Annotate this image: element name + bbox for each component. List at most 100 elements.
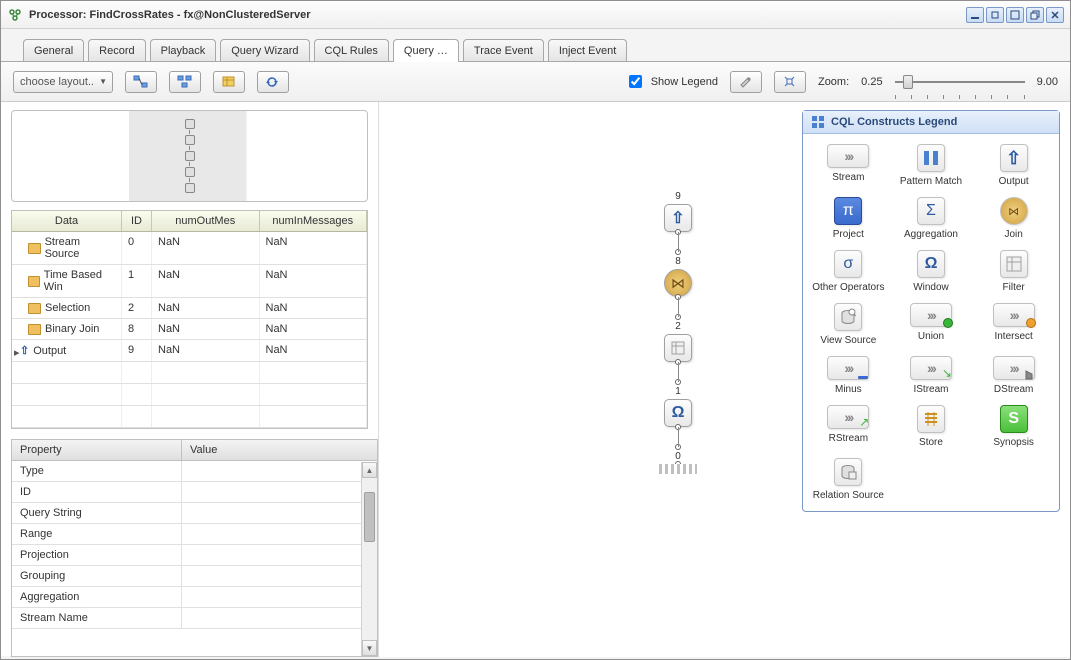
restore-down-button[interactable] <box>986 7 1004 23</box>
settings-button[interactable] <box>730 71 762 93</box>
tab-general[interactable]: General <box>23 39 84 62</box>
data-table: Data ID numOutMes numInMessages Stream S… <box>11 210 368 429</box>
legend-item-join[interactable]: ⋈Join <box>974 197 1053 240</box>
property-row[interactable]: Range <box>12 524 377 545</box>
cql-icon <box>7 7 23 23</box>
layout-tool-1-button[interactable] <box>125 71 157 93</box>
flow-canvas[interactable]: 9⇧8⋈21Ω0 CQL Constructs Legend ›››Stream… <box>379 102 1070 657</box>
tab-trace-event[interactable]: Trace Event <box>463 39 544 62</box>
minimize-button[interactable] <box>966 7 984 23</box>
tab-query-wizard[interactable]: Query Wizard <box>220 39 309 62</box>
tab-inject-event[interactable]: Inject Event <box>548 39 627 62</box>
scroll-down-button[interactable]: ▼ <box>362 640 377 656</box>
zoom-slider[interactable] <box>895 71 1025 93</box>
zoom-label: Zoom: <box>818 76 849 88</box>
folder-icon <box>28 303 41 314</box>
flow-node-window[interactable]: Ω <box>664 399 692 427</box>
layout-tool-2-button[interactable] <box>169 71 201 93</box>
property-scrollbar[interactable]: ▲ ▼ <box>361 462 377 656</box>
property-row[interactable]: Projection <box>12 545 377 566</box>
flow-node-filter[interactable] <box>664 334 692 362</box>
table-row[interactable]: Binary Join8NaNNaN <box>12 319 367 340</box>
toolbar: choose layout.. Show Legend Zoom: 0.25 <box>1 62 1070 102</box>
col-data[interactable]: Data <box>12 211 122 231</box>
tab-playback[interactable]: Playback <box>150 39 217 62</box>
layout-select-label: choose layout.. <box>20 76 94 88</box>
scroll-up-button[interactable]: ▲ <box>362 462 377 478</box>
table-row[interactable]: Selection2NaNNaN <box>12 298 367 319</box>
folder-icon <box>28 243 41 254</box>
col-id[interactable]: ID <box>122 211 152 231</box>
property-row[interactable]: Aggregation <box>12 587 377 608</box>
property-table: Property Value TypeIDQuery StringRangePr… <box>11 439 378 657</box>
maximize-button[interactable] <box>1006 7 1024 23</box>
legend-item-output[interactable]: ⇧Output <box>974 144 1053 187</box>
flow-node-label: 2 <box>675 321 681 332</box>
zoom-min: 0.25 <box>861 76 882 88</box>
fit-view-button[interactable] <box>774 71 806 93</box>
scroll-thumb[interactable] <box>364 492 375 542</box>
legend-item-project[interactable]: πProject <box>809 197 888 240</box>
property-row[interactable]: Stream Name <box>12 608 377 629</box>
col-in[interactable]: numInMessages <box>260 211 368 231</box>
property-row[interactable]: Type <box>12 461 377 482</box>
legend-item-aggregation[interactable]: ΣAggregation <box>892 197 971 240</box>
table-row[interactable]: Time Based Win1NaNNaN <box>12 265 367 298</box>
refresh-button[interactable] <box>257 71 289 93</box>
legend-icon <box>811 115 825 129</box>
legend-item-istream[interactable]: ›››↘IStream <box>892 356 971 395</box>
table-row[interactable]: ⇧Output9NaNNaN <box>12 340 367 362</box>
show-legend-checkbox[interactable] <box>629 75 642 88</box>
tab-cql-rules[interactable]: CQL Rules <box>314 39 389 62</box>
legend-item-synopsis[interactable]: SSynopsis <box>974 405 1053 448</box>
output-icon: ⇧ <box>20 344 29 357</box>
tab-query-[interactable]: Query … <box>393 39 459 62</box>
processor-window: Processor: FindCrossRates - fx@NonCluste… <box>0 0 1071 660</box>
dock-button[interactable] <box>1026 7 1044 23</box>
legend-item-window[interactable]: ΩWindow <box>892 250 971 293</box>
flow-node-label: 1 <box>675 386 681 397</box>
legend-panel: CQL Constructs Legend ›››StreamPattern M… <box>802 110 1060 512</box>
overview-box[interactable] <box>11 110 368 202</box>
legend-item-store[interactable]: Store <box>892 405 971 448</box>
layout-select[interactable]: choose layout.. <box>13 71 113 93</box>
flow-node-output[interactable]: ⇧ <box>664 204 692 232</box>
flow-node-label: 9 <box>675 191 681 202</box>
legend-item-other-operators[interactable]: σOther Operators <box>809 250 888 293</box>
folder-icon <box>28 276 40 287</box>
legend-item-union[interactable]: ›››Union <box>892 303 971 346</box>
window-title: Processor: FindCrossRates - fx@NonCluste… <box>29 9 966 21</box>
legend-item-dstream[interactable]: ›››DStream <box>974 356 1053 395</box>
legend-item-filter[interactable]: Filter <box>974 250 1053 293</box>
window-controls <box>966 7 1064 23</box>
zoom-slider-thumb[interactable] <box>903 75 913 89</box>
table-row[interactable]: Stream Source0NaNNaN <box>12 232 367 265</box>
close-button[interactable] <box>1046 7 1064 23</box>
layout-tool-3-button[interactable] <box>213 71 245 93</box>
flow-node-stream[interactable] <box>659 464 697 474</box>
flow-node-label: 8 <box>675 256 681 267</box>
property-row[interactable]: Query String <box>12 503 377 524</box>
titlebar: Processor: FindCrossRates - fx@NonCluste… <box>1 1 1070 29</box>
legend-item-minus[interactable]: ›››Minus <box>809 356 888 395</box>
property-row[interactable]: ID <box>12 482 377 503</box>
legend-item-stream[interactable]: ›››Stream <box>809 144 888 187</box>
tab-record[interactable]: Record <box>88 39 145 62</box>
col-out[interactable]: numOutMes <box>152 211 260 231</box>
show-legend-label[interactable]: Show Legend <box>625 72 718 91</box>
legend-item-relation-source[interactable]: Relation Source <box>809 458 888 501</box>
tab-content: choose layout.. Show Legend Zoom: 0.25 <box>1 61 1070 656</box>
left-panel: Data ID numOutMes numInMessages Stream S… <box>1 102 379 657</box>
zoom-max: 9.00 <box>1037 76 1058 88</box>
property-row[interactable]: Grouping <box>12 566 377 587</box>
legend-item-intersect[interactable]: ›››Intersect <box>974 303 1053 346</box>
legend-item-view-source[interactable]: View Source <box>809 303 888 346</box>
col-property[interactable]: Property <box>12 440 182 460</box>
tab-bar: GeneralRecordPlaybackQuery WizardCQL Rul… <box>1 29 1070 62</box>
flow-node-join[interactable]: ⋈ <box>664 269 692 297</box>
legend-item-pattern-match[interactable]: Pattern Match <box>892 144 971 187</box>
folder-icon <box>28 324 41 335</box>
col-value[interactable]: Value <box>182 440 377 460</box>
legend-item-rstream[interactable]: ›››↗RStream <box>809 405 888 448</box>
legend-title: CQL Constructs Legend <box>803 111 1059 134</box>
